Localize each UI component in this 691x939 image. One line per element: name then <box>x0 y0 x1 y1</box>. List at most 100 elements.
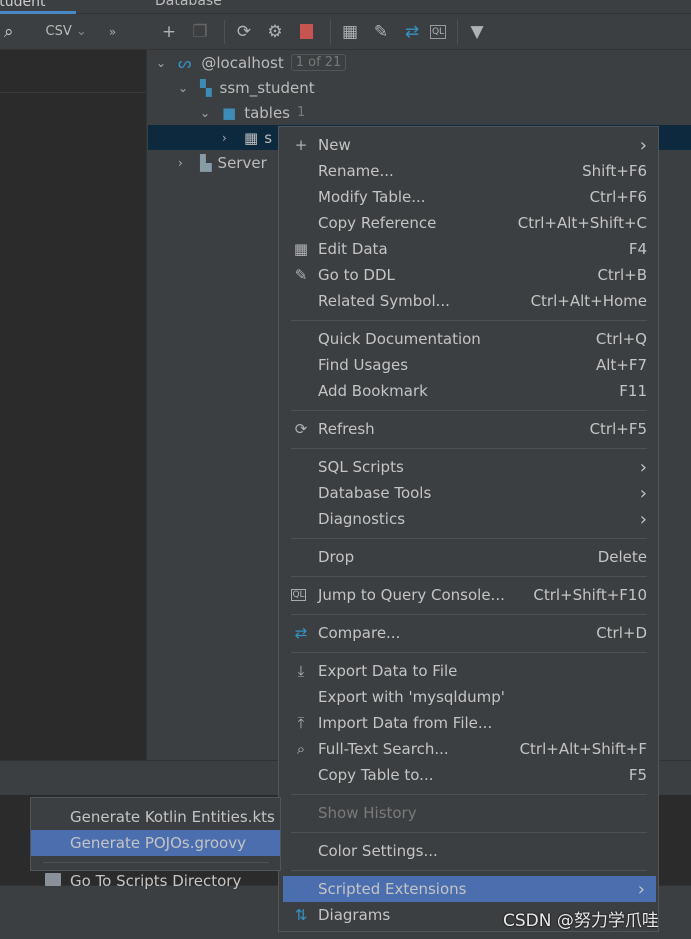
tab-student[interactable]: student <box>0 0 76 14</box>
menu-item-generate-kotlin-entities-kts[interactable]: Generate Kotlin Entities.kts <box>31 804 280 830</box>
menu-item-color-settings[interactable]: Color Settings... <box>279 838 658 864</box>
shortcut-label: Ctrl+F5 <box>589 420 647 438</box>
edit-data-icon: ▦ <box>293 240 309 258</box>
menu-separator <box>279 864 658 876</box>
table-icon[interactable]: ▦ <box>337 19 363 45</box>
shortcut-label: F11 <box>619 382 647 400</box>
import-data-from-file-icon: ⤒ <box>297 714 305 732</box>
add-icon[interactable]: + <box>156 19 182 45</box>
menu-item-scripted-extensions[interactable]: Scripted Extensions › <box>283 876 656 902</box>
menu-separator <box>279 788 658 800</box>
compare-icon[interactable]: ⇄ <box>399 19 425 45</box>
compare-icon: ⇄ <box>294 624 308 642</box>
menu-item-label: Related Symbol... <box>318 292 450 310</box>
watermark: CSDN @努力学爪哇 <box>503 911 659 931</box>
folder-icon: ■ <box>222 103 237 122</box>
menu-item-drop[interactable]: Drop Delete <box>279 544 658 570</box>
new-icon: + <box>294 136 308 154</box>
menu-item-label: Go to DDL <box>318 266 395 284</box>
menu-item-database-tools[interactable]: Database Tools › <box>279 480 658 506</box>
menu-item-add-bookmark[interactable]: Add Bookmark F11 <box>279 378 658 404</box>
menu-separator <box>279 826 658 838</box>
menu-item-label: Copy Table to... <box>318 766 434 784</box>
menu-item-new[interactable]: + New › <box>279 132 658 158</box>
shortcut-label: Ctrl+Q <box>595 330 647 348</box>
menu-item-full-text-search[interactable]: ⌕ Full-Text Search... Ctrl+Alt+Shift+F <box>279 736 658 762</box>
menu-item-label: Jump to Query Console... <box>318 586 505 604</box>
menu-item-go-to-ddl[interactable]: ✎ Go to DDL Ctrl+B <box>279 262 658 288</box>
refresh-icon[interactable]: ⟳ <box>231 19 257 45</box>
menu-item-edit-data[interactable]: ▦ Edit Data F4 <box>279 236 658 262</box>
menu-separator <box>279 608 658 620</box>
menu-item-label: Export Data to File <box>318 662 458 680</box>
tables-label: tables <box>244 103 290 122</box>
menu-item-diagnostics[interactable]: Diagnostics › <box>279 506 658 532</box>
chevron-down-icon: ⌄ <box>156 55 167 70</box>
tree-item-localhost[interactable]: ⌄ ᔕ @localhost 1 of 21 <box>148 50 691 75</box>
menu-item-related-symbol[interactable]: Related Symbol... Ctrl+Alt+Home <box>279 288 658 314</box>
menu-item-compare[interactable]: ⇄ Compare... Ctrl+D <box>279 620 658 646</box>
menu-item-label: Quick Documentation <box>318 330 481 348</box>
shortcut-label: F4 <box>628 240 647 258</box>
context-menu: + New › Rename... Shift+F6 Modify Table... Ctr… <box>278 126 659 932</box>
tree-item-schema[interactable]: ⌄ ▚ ssm_student <box>148 75 691 100</box>
divider <box>224 19 225 44</box>
menu-item-export-with-mysqldump[interactable]: Export with 'mysqldump' <box>279 684 658 710</box>
host-label: @localhost <box>201 53 284 72</box>
menu-item-show-history[interactable]: Show History <box>279 800 658 826</box>
filter-icon[interactable]: ▼ <box>464 19 490 45</box>
left-panel <box>0 50 147 760</box>
menu-separator <box>279 646 658 658</box>
stop-icon[interactable] <box>293 19 319 45</box>
shortcut-label: Ctrl+Alt+Shift+C <box>517 214 647 232</box>
menu-item-find-usages[interactable]: Find Usages Alt+F7 <box>279 352 658 378</box>
full-text-search-icon: ⌕ <box>296 740 306 758</box>
menu-separator <box>279 404 658 416</box>
menu-item-copy-reference[interactable]: Copy Reference Ctrl+Alt+Shift+C <box>279 210 658 236</box>
left-toolbar: ⌕ CSV ⌄ » <box>0 14 147 50</box>
chevron-right-icon: › <box>639 456 647 478</box>
database-panel-title: Database <box>155 0 222 9</box>
menu-item-copy-table-to[interactable]: Copy Table to... F5 <box>279 762 658 788</box>
shortcut-label: Ctrl+D <box>596 624 647 642</box>
divider <box>457 19 458 44</box>
menu-item-jump-to-query-console[interactable]: QL Jump to Query Console... Ctrl+Shift+F10 <box>279 582 658 608</box>
jump-to-query-console-icon: QL <box>291 589 306 601</box>
chevron-right-icon: › <box>639 134 647 156</box>
scripted-extensions-submenu: Generate Kotlin Entities.kts Generate POJ… <box>30 797 281 890</box>
schema-tools-icon[interactable]: ⚙ <box>262 19 288 45</box>
tree-item-tables[interactable]: ⌄ ■ tables 1 <box>148 100 691 125</box>
format-select[interactable]: CSV ⌄ <box>46 24 87 39</box>
menu-item-label: New <box>318 136 351 154</box>
divider <box>330 19 331 44</box>
menu-item-generate-pojos-groovy[interactable]: Generate POJOs.groovy <box>31 830 280 856</box>
edit-icon[interactable]: ✎ <box>368 19 394 45</box>
menu-item-rename[interactable]: Rename... Shift+F6 <box>279 158 658 184</box>
menu-item-label: Add Bookmark <box>318 382 428 400</box>
menu-item-label: Show History <box>318 804 417 822</box>
menu-item-import-data-from-file[interactable]: ⤒ Import Data from File... <box>279 710 658 736</box>
menu-item-go-to-scripts-directory[interactable]: Go To Scripts Directory <box>31 868 280 894</box>
chevron-right-icon: › <box>637 878 645 900</box>
chevron-down-icon: ⌄ <box>200 105 211 120</box>
menu-item-sql-scripts[interactable]: SQL Scripts › <box>279 454 658 480</box>
shortcut-label: Ctrl+B <box>597 266 647 284</box>
shortcut-label: Ctrl+Alt+Shift+F <box>519 740 647 758</box>
search-icon[interactable]: ⌕ <box>4 22 14 42</box>
shortcut-label: Ctrl+Alt+Home <box>530 292 647 310</box>
menu-item-modify-table[interactable]: Modify Table... Ctrl+F6 <box>279 184 658 210</box>
menu-item-refresh[interactable]: ⟳ Refresh Ctrl+F5 <box>279 416 658 442</box>
menu-item-label: Database Tools <box>318 484 432 502</box>
menu-item-quick-documentation[interactable]: Quick Documentation Ctrl+Q <box>279 326 658 352</box>
menu-item-label: Diagrams <box>318 906 391 924</box>
duplicate-icon[interactable]: ❐ <box>187 19 213 45</box>
menu-item-label: Import Data from File... <box>318 714 493 732</box>
more-icon[interactable]: » <box>109 25 116 39</box>
shortcut-label: Ctrl+F6 <box>589 188 647 206</box>
menu-item-label: Refresh <box>318 420 375 438</box>
menu-item-export-data-to-file[interactable]: ⤓ Export Data to File <box>279 658 658 684</box>
chevron-down-icon: ⌄ <box>75 24 87 39</box>
menu-item-label: Modify Table... <box>318 188 426 206</box>
menu-separator <box>279 570 658 582</box>
query-console-icon[interactable]: QL <box>430 24 446 39</box>
